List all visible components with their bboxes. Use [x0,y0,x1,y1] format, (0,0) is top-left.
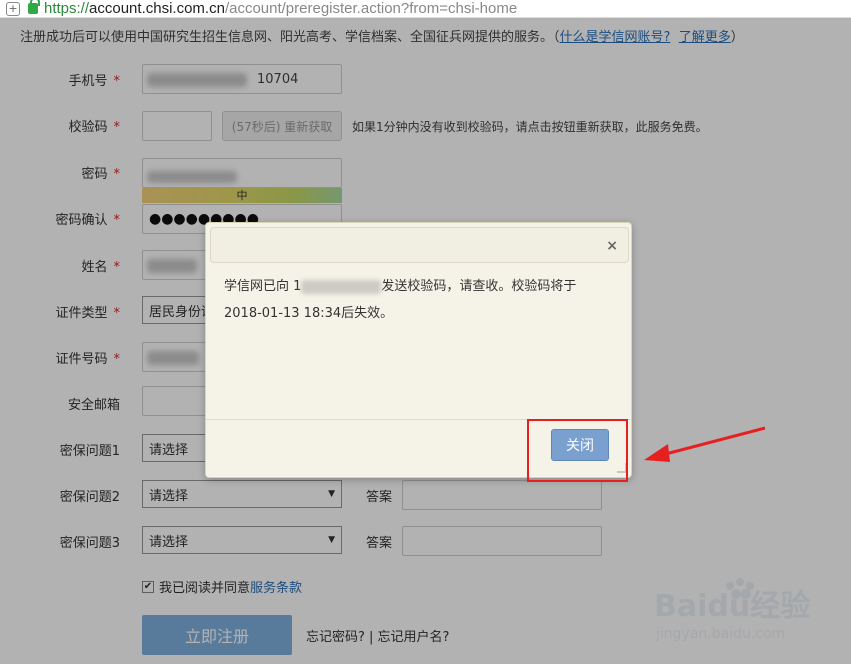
add-tab-icon[interactable]: + [6,1,20,16]
watermark-brand: Baidu经验 [654,589,810,624]
url-protocol: https:// [44,0,90,17]
baidu-watermark-logo: Baidu经验 jingyan.baidu.com [654,578,810,642]
watermark-site: jingyan.baidu.com [655,626,785,642]
phone-mask [301,279,382,294]
url-path: /account/preregister.action?from=chsi-ho… [224,0,518,17]
lock-icon [28,0,40,14]
annotation-arrow-icon [644,426,766,462]
dialog-message: 学信网已向 1 发送校验码，请查收。校验码将于 2018-01-13 18:34后… [224,279,577,321]
address-bar[interactable]: + https:// account.chsi.com.cn /account/… [0,0,851,18]
dialog-header: × [210,227,629,263]
url-host: account.chsi.com.cn [89,0,225,17]
annotation-highlight-box [527,419,628,482]
close-icon[interactable]: × [606,238,618,254]
